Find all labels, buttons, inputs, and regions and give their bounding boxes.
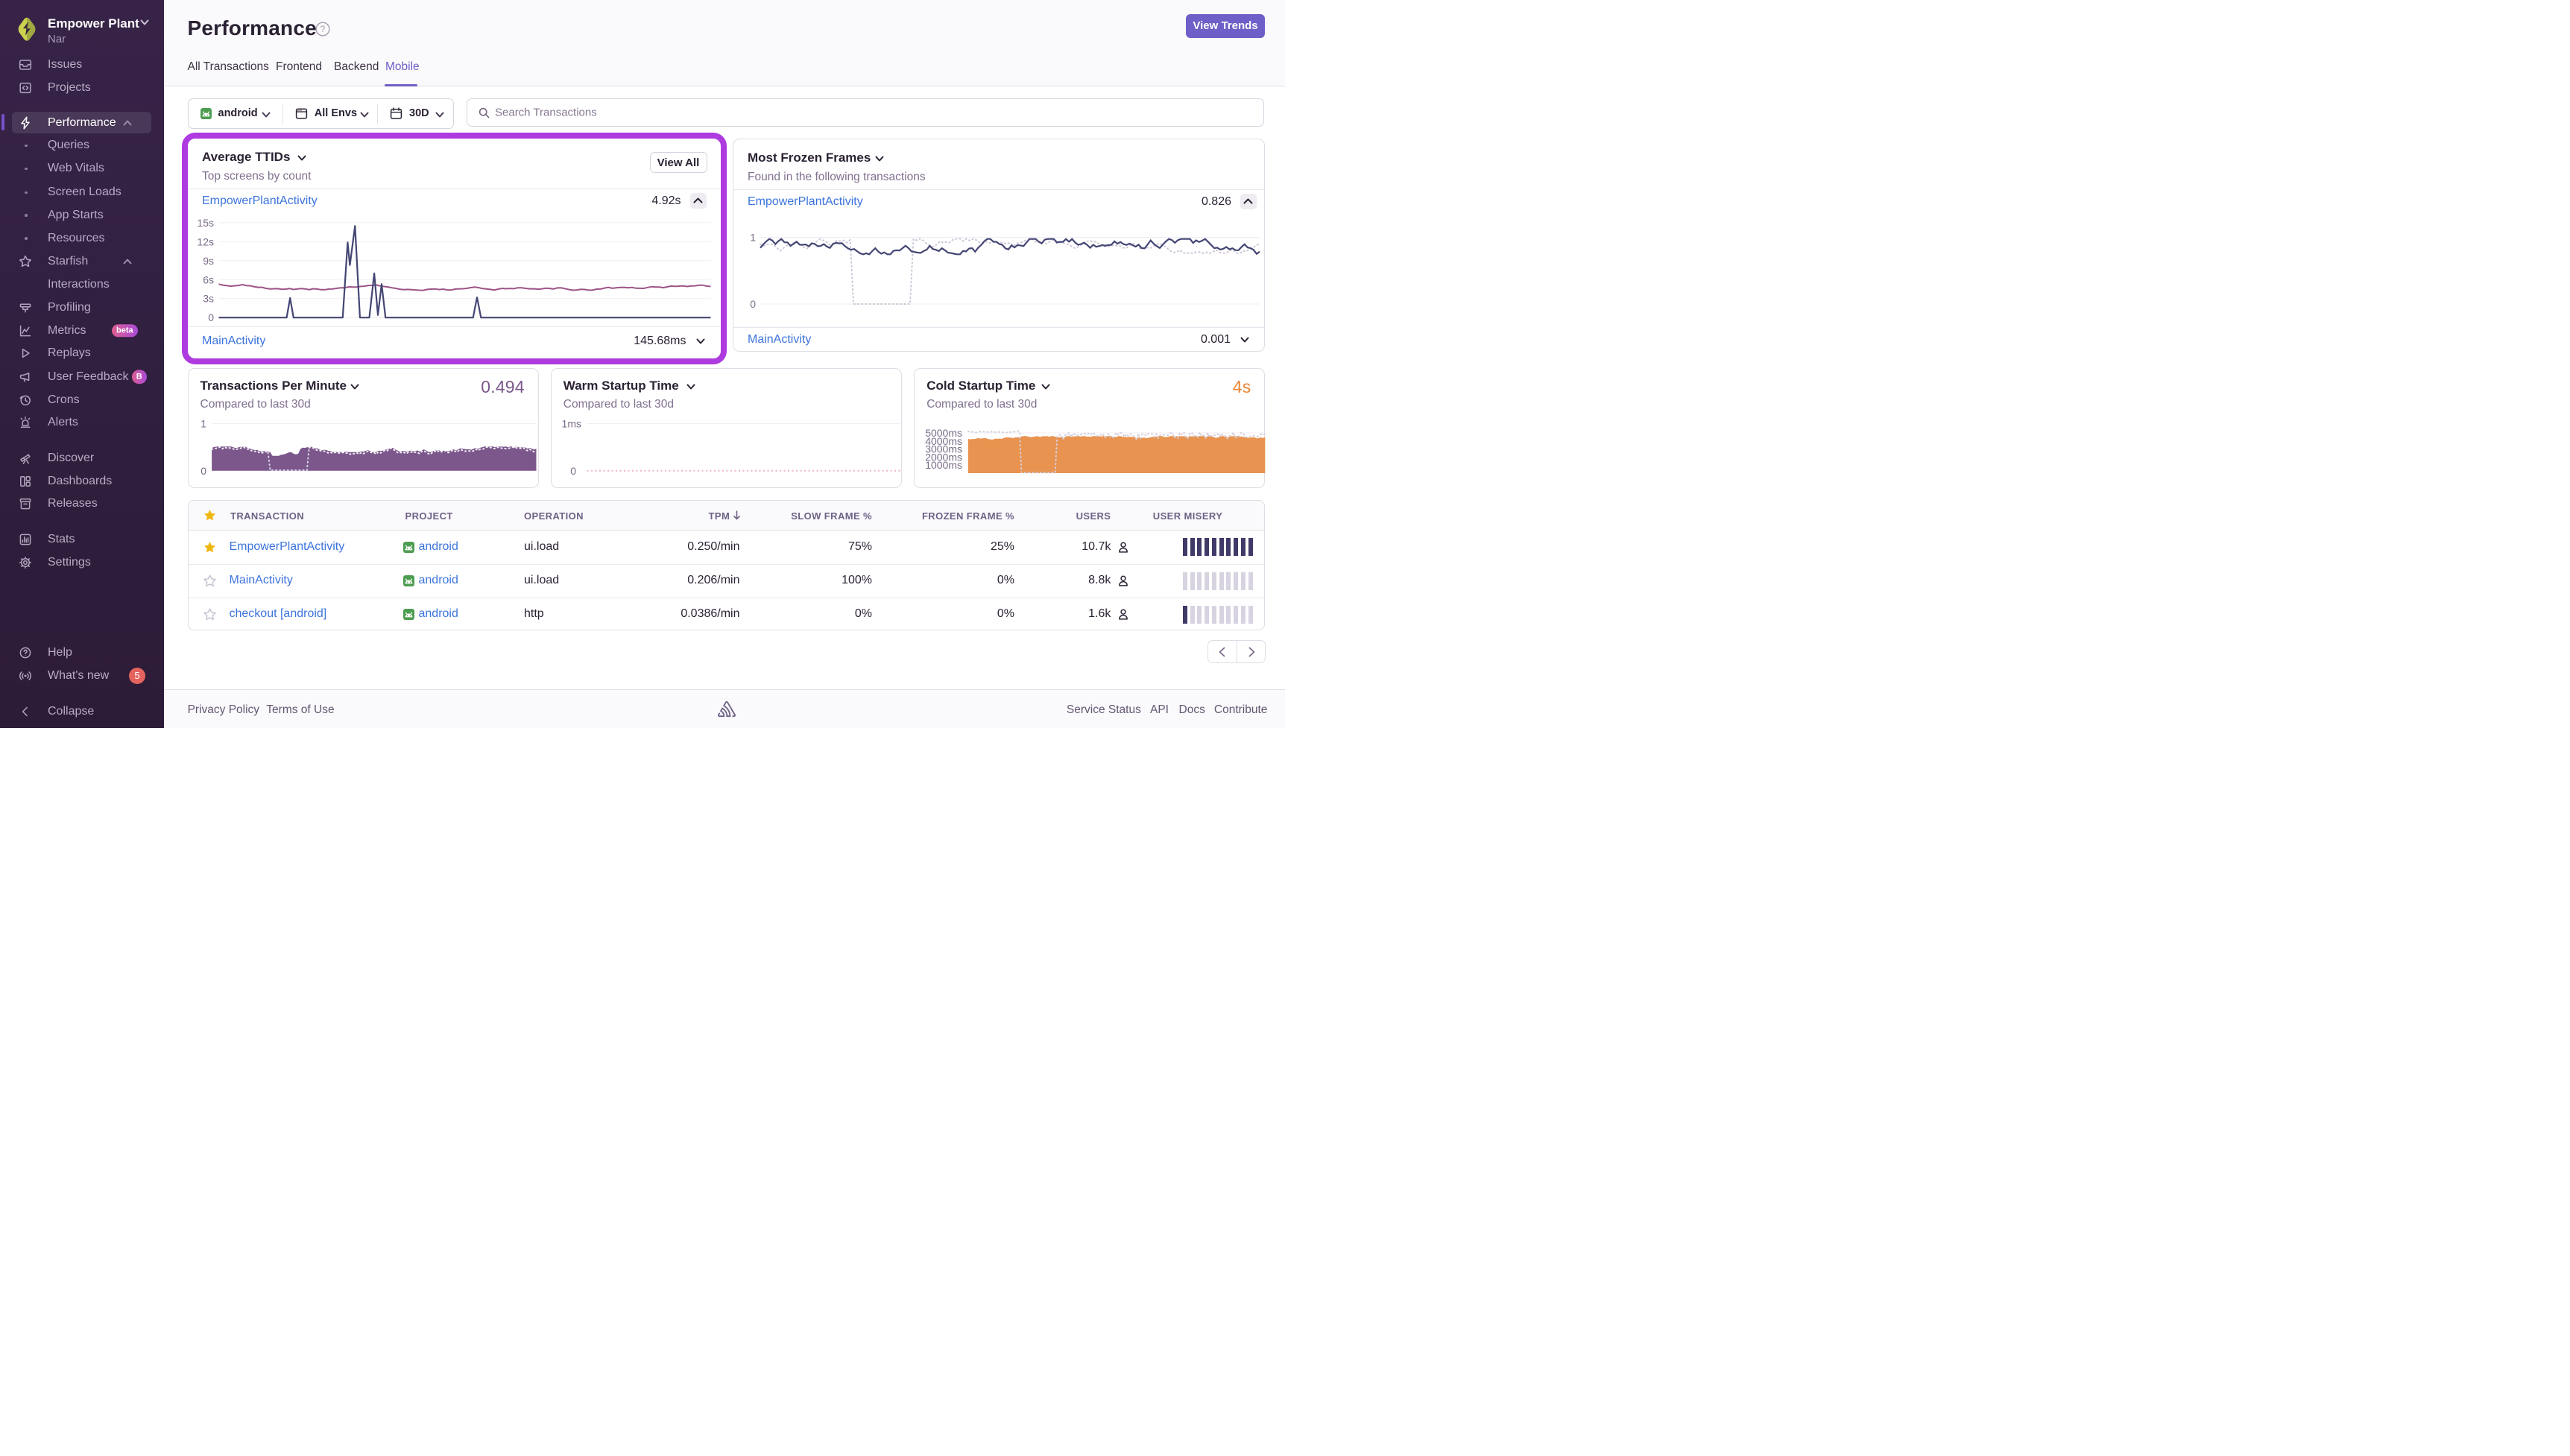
svg-text:1: 1	[201, 418, 206, 430]
svg-text:15s: 15s	[197, 217, 214, 229]
svg-text:12s: 12s	[197, 235, 214, 247]
svg-text:?: ?	[321, 24, 326, 34]
svg-text:0: 0	[208, 311, 214, 323]
svg-text:3s: 3s	[203, 293, 214, 305]
svg-text:0: 0	[750, 298, 756, 310]
svg-text:6s: 6s	[203, 273, 214, 285]
svg-text:1ms: 1ms	[561, 418, 581, 430]
svg-text:0: 0	[201, 465, 206, 477]
svg-text:1000ms: 1000ms	[925, 459, 962, 471]
svg-text:9s: 9s	[203, 255, 214, 267]
svg-text:0: 0	[570, 465, 576, 477]
svg-text:1: 1	[750, 232, 756, 244]
